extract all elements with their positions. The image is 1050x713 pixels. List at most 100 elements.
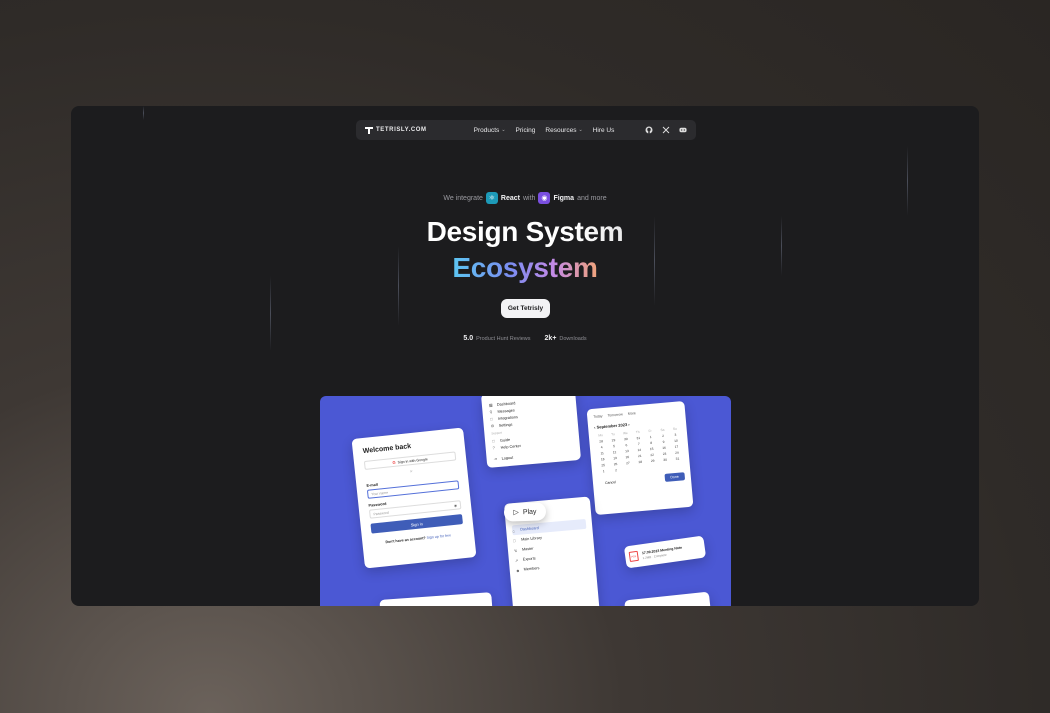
hero-title-line2: Ecosystem: [71, 252, 979, 284]
calendar-day[interactable]: 6: [621, 443, 633, 448]
hero-title-gradient: Ecosystem: [452, 252, 598, 283]
play-button[interactable]: ▷ Play: [503, 502, 547, 522]
calendar-day[interactable]: 1: [645, 435, 657, 440]
calendar-day[interactable]: 10: [670, 438, 682, 443]
calendar-day[interactable]: 18: [597, 457, 609, 462]
github-icon[interactable]: [645, 126, 653, 134]
calendar-day[interactable]: 22: [646, 452, 658, 457]
calendar-day[interactable]: 14: [633, 448, 645, 453]
react-icon: ⚛: [485, 192, 498, 204]
stat-reviews: 5.0 Product Hunt Reviews: [463, 335, 530, 342]
stats-row: 5.0 Product Hunt Reviews 2k+ Downloads: [71, 335, 979, 342]
calendar-day[interactable]: 24: [671, 450, 683, 455]
calendar-tab[interactable]: Tomorrow: [607, 412, 623, 417]
weekday-label: Su: [672, 426, 677, 432]
menu-item-label: Members: [523, 566, 540, 572]
nav-link-resources[interactable]: Resources ⌄: [545, 127, 582, 134]
integrations-icon: □: [489, 416, 493, 422]
file-type: PDF: [631, 554, 637, 559]
calendar-tab[interactable]: More: [628, 411, 636, 416]
chevron-down-icon: ⌄: [501, 127, 506, 133]
top-nav: TETRISLY.COM Products ⌄ Pricing Resource…: [356, 120, 696, 140]
nav-link-label: Pricing: [515, 126, 536, 134]
calendar-grid: Mo Tu We Th Fr Sa Su 28 29 30 31 1 2 3 4 5 6 7 8 9 10 11 12 13 1…: [595, 426, 684, 474]
calendar-done-button[interactable]: Done: [664, 472, 686, 482]
nav-link-products[interactable]: Products ⌄: [474, 127, 506, 134]
menu-item-label: Settings: [498, 422, 513, 428]
calendar-day[interactable]: 28: [634, 459, 646, 464]
calendar-day[interactable]: 25: [597, 463, 609, 468]
nav-link-label: Hire Us: [592, 126, 615, 134]
calendar-day[interactable]: 28: [595, 439, 607, 444]
signup-link[interactable]: Sign up for free: [426, 533, 451, 540]
calendar-day[interactable]: 11: [596, 451, 608, 456]
calendar-day[interactable]: 19: [609, 456, 621, 461]
calendar-actions: Cancel Done: [599, 472, 686, 488]
discord-icon[interactable]: [679, 126, 687, 134]
calendar-day[interactable]: 29: [608, 438, 620, 443]
stat-label: Product Hunt Reviews: [476, 336, 531, 342]
calendar-day[interactable]: 3: [670, 432, 682, 437]
weekday-label: Fr: [648, 428, 652, 434]
nav-link-pricing[interactable]: Pricing: [516, 127, 536, 134]
integrate-suffix: and more: [577, 194, 607, 202]
google-signin-label: Sign in with Google: [397, 456, 428, 465]
calendar-day[interactable]: 9: [658, 439, 670, 444]
menu-item-label: Guide: [499, 437, 511, 443]
dashboard-icon: ▦: [488, 402, 493, 408]
weekday-label: Mo: [598, 433, 603, 438]
browser-window: TETRISLY.COM Products ⌄ Pricing Resource…: [71, 106, 979, 606]
calendar-day[interactable]: 7: [633, 442, 645, 447]
calendar-tab[interactable]: Today: [593, 414, 603, 419]
calendar-day[interactable]: 15: [646, 446, 658, 451]
month-label: September 2023: [596, 422, 628, 430]
menu-item-label: Master: [521, 546, 534, 552]
calendar-day[interactable]: 31: [672, 456, 684, 461]
calendar-day[interactable]: 26: [610, 462, 622, 467]
product-showcase: ▦ Dashboard ⚲ Messages □ Integrations ⚙ Sett…: [320, 396, 731, 606]
calendar-day[interactable]: 30: [659, 457, 671, 462]
calendar-day[interactable]: 20: [622, 455, 634, 460]
logout-item[interactable]: ⇥ Logout: [493, 448, 573, 462]
footer-text: Don't have an account?: [385, 536, 426, 545]
calendar-day[interactable]: 13: [621, 449, 633, 454]
social-icons: [645, 126, 687, 134]
play-icon: ▷: [513, 509, 520, 517]
calendar-day[interactable]: 29: [647, 458, 659, 463]
nav-link-label: Resources: [545, 126, 577, 134]
calendar-day[interactable]: 23: [659, 451, 671, 456]
calendar-day[interactable]: 31: [632, 436, 644, 441]
calendar-day[interactable]: 12: [609, 450, 621, 455]
members-icon: ☻: [515, 567, 521, 573]
decor-line: [907, 146, 908, 216]
stat-downloads: 2k+ Downloads: [545, 335, 587, 342]
bolt-icon: ↯: [513, 547, 518, 553]
calendar-day[interactable]: 5: [608, 444, 620, 449]
stat-label: Downloads: [559, 336, 587, 342]
calendar-day[interactable]: 4: [596, 445, 608, 450]
get-tetrisly-button[interactable]: Get Tetrisly: [501, 299, 550, 318]
weekday-label: Th: [635, 429, 640, 435]
eye-icon[interactable]: ◉: [454, 503, 457, 507]
folder-icon: □: [512, 537, 516, 543]
partial-card: [624, 591, 711, 606]
calendar-day[interactable]: 2: [610, 468, 622, 473]
calendar-day[interactable]: 1: [598, 469, 610, 474]
calendar-day[interactable]: 21: [634, 454, 646, 459]
partial-card: [379, 592, 493, 606]
nav-link-hire-us[interactable]: Hire Us: [593, 127, 615, 134]
calendar-day[interactable]: 8: [645, 440, 657, 445]
calendar-day[interactable]: 27: [622, 461, 634, 466]
menu-item-label: Logout: [501, 455, 514, 461]
calendar-day[interactable]: 17: [671, 444, 683, 449]
weekday-label: Tu: [610, 432, 615, 437]
calendar-day[interactable]: 30: [620, 437, 632, 442]
figma-icon: ◉: [538, 192, 551, 204]
x-icon[interactable]: [662, 126, 670, 134]
google-icon: G: [392, 459, 396, 466]
logo[interactable]: TETRISLY.COM: [365, 126, 427, 134]
calendar-day[interactable]: 2: [657, 433, 669, 438]
calendar-day[interactable]: 16: [658, 445, 670, 450]
calendar-cancel-button[interactable]: Cancel: [599, 478, 623, 488]
menu-item-label: Help Center: [500, 443, 522, 450]
